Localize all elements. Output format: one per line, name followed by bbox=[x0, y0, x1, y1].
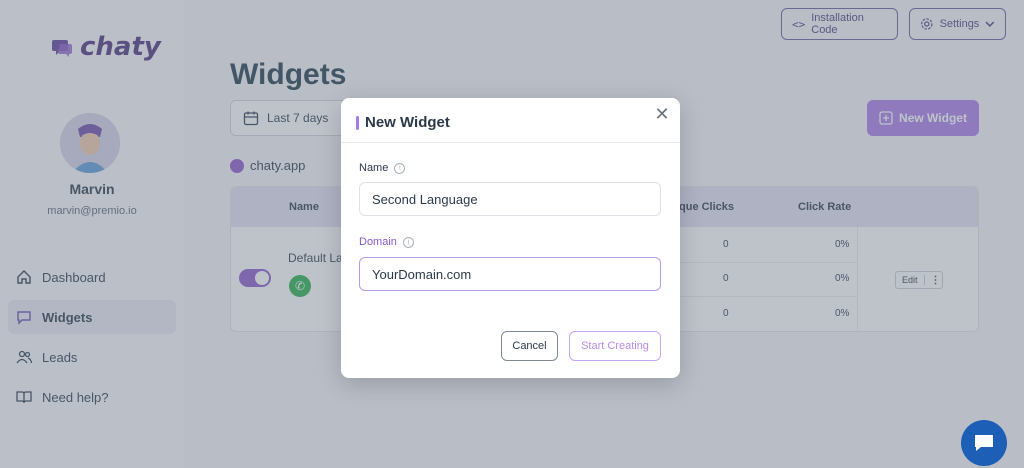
chat-bubble-icon bbox=[975, 435, 993, 451]
name-label: Name i bbox=[359, 162, 406, 174]
support-chat-button[interactable] bbox=[961, 420, 1007, 466]
name-input[interactable] bbox=[359, 182, 661, 216]
title-accent-bar bbox=[356, 116, 359, 130]
info-icon[interactable]: i bbox=[394, 162, 406, 174]
modal-title: New Widget bbox=[365, 114, 450, 131]
close-icon[interactable]: ✕ bbox=[654, 105, 670, 123]
domain-label: Domain i bbox=[359, 236, 414, 248]
info-icon[interactable]: i bbox=[402, 236, 414, 248]
domain-input[interactable] bbox=[359, 257, 661, 291]
start-creating-button[interactable]: Start Creating bbox=[569, 331, 661, 361]
modal-header: New Widget ✕ bbox=[341, 98, 680, 143]
name-label-text: Name bbox=[359, 162, 389, 174]
cancel-button[interactable]: Cancel bbox=[501, 331, 558, 361]
new-widget-modal: New Widget ✕ Name i Domain i Cancel Star… bbox=[341, 98, 680, 378]
domain-label-text: Domain bbox=[359, 236, 397, 248]
